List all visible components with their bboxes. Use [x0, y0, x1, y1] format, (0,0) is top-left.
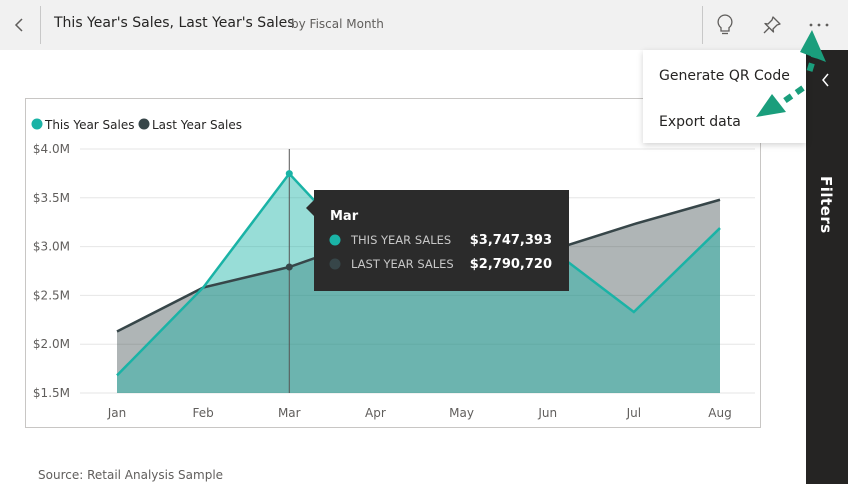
y-tick-label: $1.5M: [33, 386, 70, 400]
tooltip-row-value: $3,747,393: [470, 233, 552, 248]
tooltip-row-label: THIS YEAR SALES: [350, 233, 451, 247]
x-tick-label: Jul: [626, 406, 641, 420]
x-axis-ticks: Jan Feb Mar Apr May Jun Jul Aug: [107, 406, 732, 420]
legend-label: Last Year Sales: [152, 118, 242, 132]
y-tick-label: $2.5M: [33, 288, 70, 302]
chart-legend: This Year Sales Last Year Sales: [31, 118, 242, 132]
y-tick-label: $2.0M: [33, 337, 70, 351]
tooltip-marker: [329, 258, 341, 270]
filters-pane[interactable]: Filters: [806, 50, 848, 484]
legend-marker: [138, 118, 150, 130]
tooltip-title: Mar: [330, 209, 359, 224]
chart-tooltip: Mar THIS YEAR SALES $3,747,393 LAST YEAR SA…: [306, 190, 569, 291]
tooltip-marker: [329, 234, 341, 246]
x-tick-label: May: [449, 406, 474, 420]
source-note: Source: Retail Analysis Sample: [38, 468, 224, 482]
more-options-menu: Generate QR Code Export data: [643, 50, 806, 143]
filters-label: Filters: [817, 176, 835, 234]
y-tick-label: $3.0M: [33, 240, 70, 254]
y-tick-label: $3.5M: [33, 191, 70, 205]
x-tick-label: Jun: [537, 406, 557, 420]
x-tick-label: Feb: [193, 406, 214, 420]
menu-item-export-data[interactable]: Export data: [659, 114, 741, 130]
legend-marker: [31, 118, 43, 130]
x-tick-label: Mar: [278, 406, 301, 420]
y-tick-label: $4.0M: [33, 142, 70, 156]
x-tick-label: Apr: [365, 406, 386, 420]
y-axis-ticks: $4.0M $3.5M $3.0M $2.5M $2.0M $1.5M: [33, 142, 70, 400]
data-point-this-year-sales: [285, 170, 293, 178]
x-tick-label: Aug: [708, 406, 731, 420]
chevron-left-icon[interactable]: [820, 72, 832, 88]
tooltip-row-label: LAST YEAR SALES: [351, 257, 454, 271]
legend-label: This Year Sales: [44, 118, 135, 132]
x-tick-label: Jan: [107, 406, 127, 420]
data-point-last-year-sales: [285, 263, 293, 271]
menu-item-generate-qr-code[interactable]: Generate QR Code: [659, 68, 790, 84]
tooltip-row-value: $2,790,720: [470, 257, 552, 272]
